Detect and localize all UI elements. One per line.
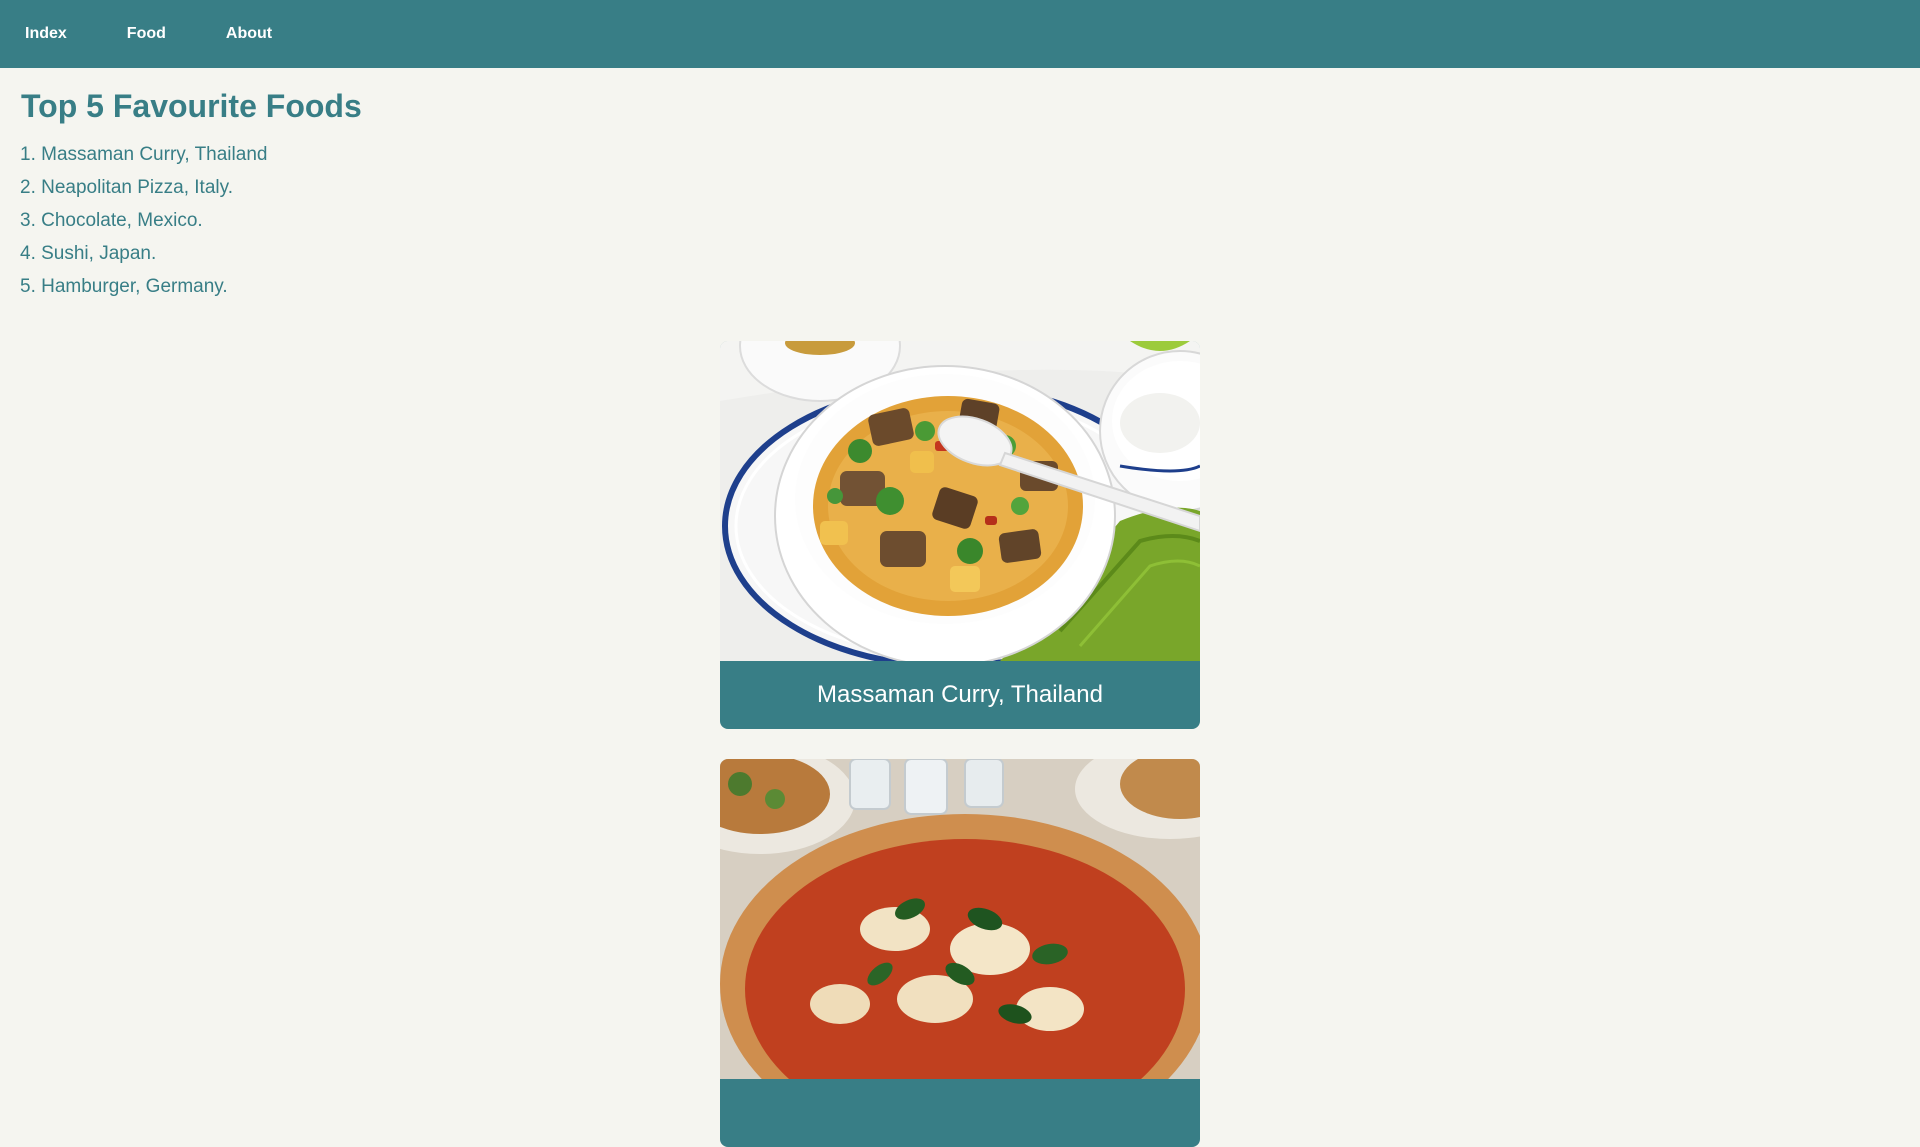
card-caption [720,1079,1200,1147]
card-caption: Massaman Curry, Thailand [817,680,1103,708]
navbar: Index Food About [0,0,1920,68]
food-list: 1. Massaman Curry, Thailand 2. Neapolita… [20,138,1920,303]
list-item: 5. Hamburger, Germany. [20,275,228,297]
massaman-curry-photo [720,340,1200,661]
list-item: 4. Sushi, Japan. [20,242,157,264]
list-item: 3. Chocolate, Mexico. [20,209,203,231]
food-card-neapolitan-pizza [720,758,1200,1147]
page-title: Top 5 Favourite Foods [21,88,362,124]
nav-link-index[interactable]: Index [10,25,82,43]
list-item: 1. Massaman Curry, Thailand [20,143,268,165]
neapolitan-pizza-photo [720,758,1200,1079]
food-card-massaman-curry: Massaman Curry, Thailand [720,340,1200,729]
list-item: 2. Neapolitan Pizza, Italy. [20,176,233,198]
nav-link-about[interactable]: About [211,25,287,43]
food-cards: Massaman Curry, Thailand [0,340,1920,1147]
nav-link-food[interactable]: Food [112,25,181,43]
